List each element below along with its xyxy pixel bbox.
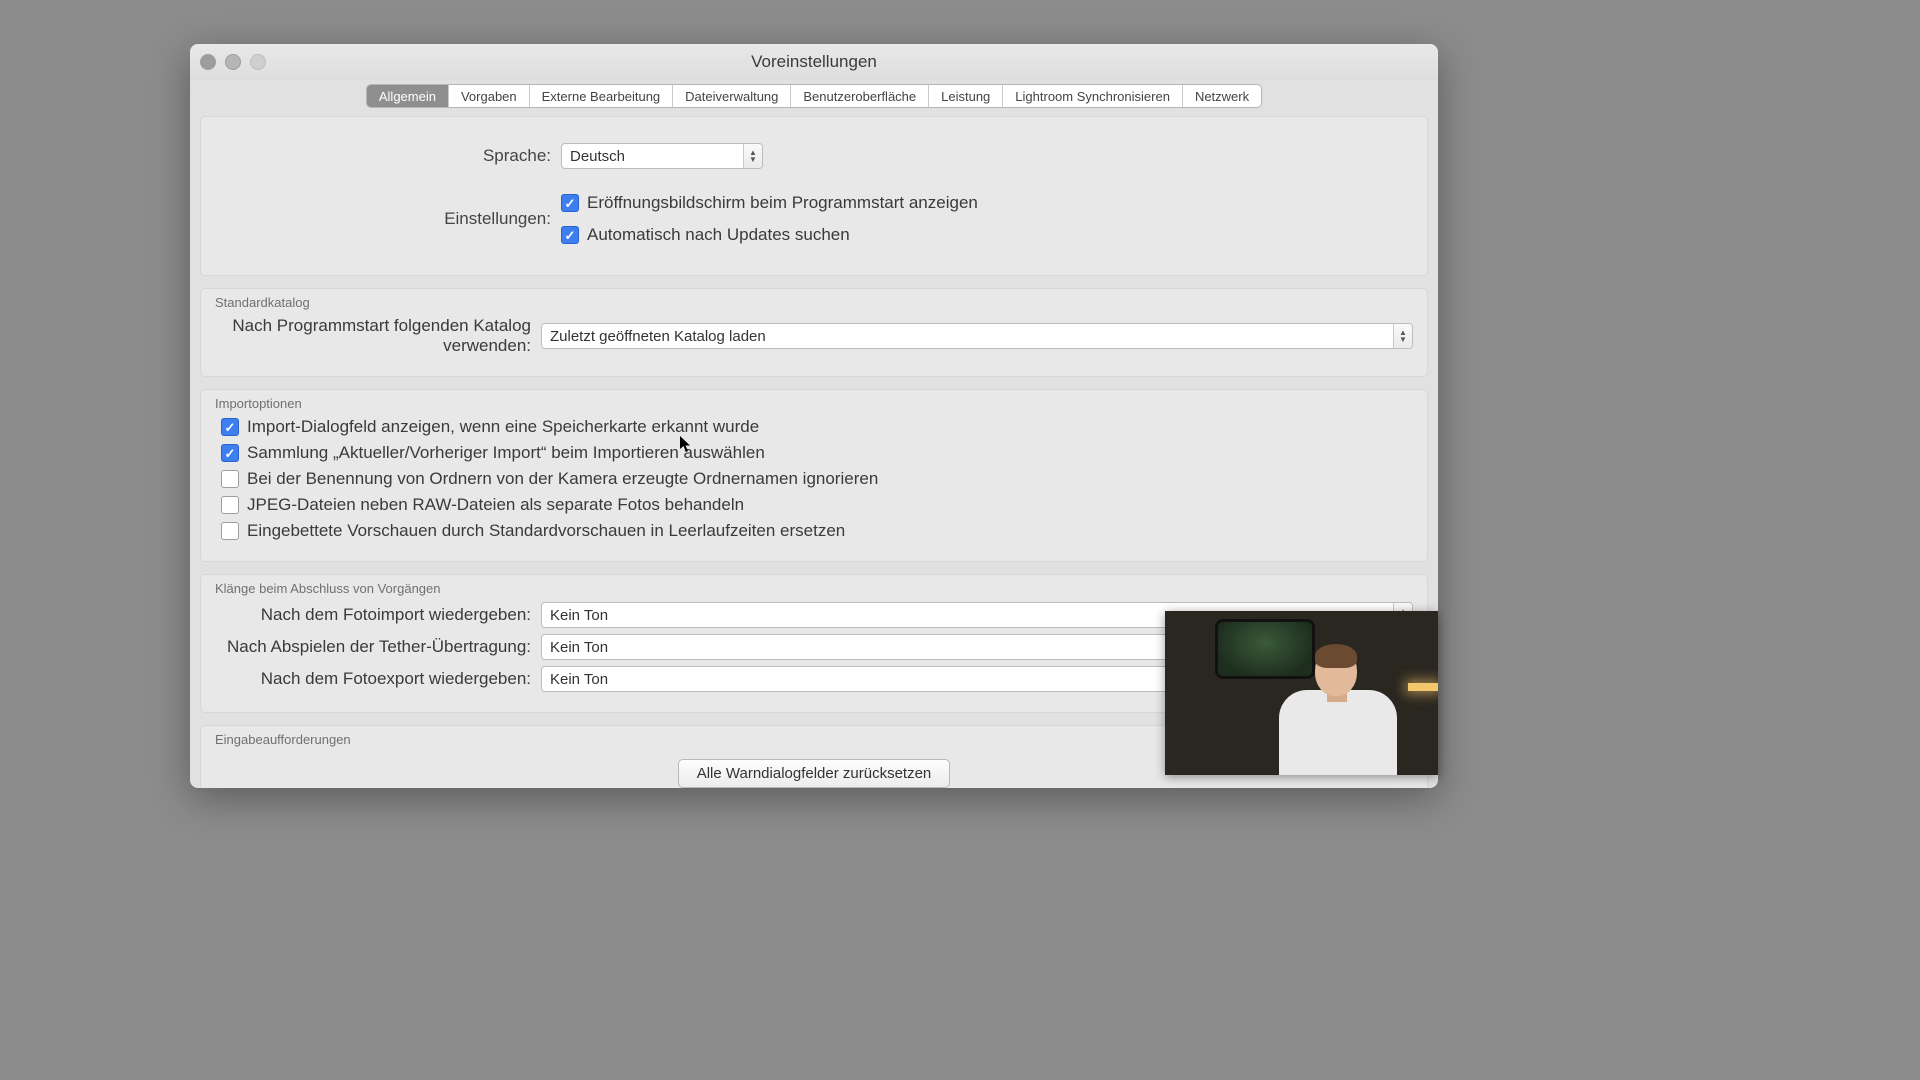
completion-sounds-title: Klänge beim Abschluss von Vorgängen: [215, 581, 1413, 596]
import-option-0: Import-Dialogfeld anzeigen, wenn eine Sp…: [221, 417, 1413, 437]
desktop-background: Voreinstellungen AllgemeinVorgabenExtern…: [0, 0, 1920, 1080]
import-option-1: Sammlung „Aktueller/Vorheriger Import“ b…: [221, 443, 1413, 463]
tab-lightroom-synchronisieren[interactable]: Lightroom Synchronisieren: [1003, 85, 1183, 107]
tab-vorgaben[interactable]: Vorgaben: [449, 85, 530, 107]
default-catalog-label: Nach Programmstart folgenden Katalog ver…: [215, 316, 541, 356]
import-option-3: JPEG-Dateien neben RAW-Dateien als separ…: [221, 495, 1413, 515]
window-title: Voreinstellungen: [751, 52, 877, 72]
checkbox[interactable]: [221, 496, 239, 514]
import-option-4: Eingebettete Vorschauen durch Standardvo…: [221, 521, 1413, 541]
language-label: Sprache:: [221, 146, 561, 166]
sound-row-label: Nach dem Fotoimport wiedergeben:: [215, 605, 541, 625]
checkbox-label: Sammlung „Aktueller/Vorheriger Import“ b…: [247, 443, 765, 463]
checkbox-label: Automatisch nach Updates suchen: [587, 225, 850, 245]
tab-externe-bearbeitung[interactable]: Externe Bearbeitung: [530, 85, 674, 107]
general-top-group: Sprache: Deutsch ▲▼ Einstellungen: Eröff…: [200, 116, 1428, 276]
sound-row-label: Nach Abspielen der Tether-Übertragung:: [215, 637, 541, 657]
settings-label: Einstellungen:: [221, 209, 561, 229]
minimize-icon[interactable]: [225, 54, 241, 70]
language-popup[interactable]: Deutsch ▲▼: [561, 143, 763, 169]
reset-warnings-button[interactable]: Alle Warndialogfelder zurücksetzen: [678, 759, 951, 788]
import-options-group: Importoptionen Import-Dialogfeld anzeige…: [200, 389, 1428, 562]
default-catalog-title: Standardkatalog: [215, 295, 1413, 310]
close-icon[interactable]: [200, 54, 216, 70]
chevron-updown-icon: ▲▼: [1393, 324, 1412, 348]
checkbox[interactable]: [221, 470, 239, 488]
zoom-icon: [250, 54, 266, 70]
import-option-2: Bei der Benennung von Ordnern von der Ka…: [221, 469, 1413, 489]
import-options-title: Importoptionen: [215, 396, 1413, 411]
tab-netzwerk[interactable]: Netzwerk: [1183, 85, 1261, 107]
checkbox-label: Eröffnungsbildschirm beim Programmstart …: [587, 193, 978, 213]
default-catalog-value: Zuletzt geöffneten Katalog laden: [550, 328, 1393, 345]
checkbox-label: JPEG-Dateien neben RAW-Dateien als separ…: [247, 495, 744, 515]
checkbox-label: Eingebettete Vorschauen durch Standardvo…: [247, 521, 845, 541]
tab-dateiverwaltung[interactable]: Dateiverwaltung: [673, 85, 791, 107]
default-catalog-group: Standardkatalog Nach Programmstart folge…: [200, 288, 1428, 377]
window-controls: [200, 54, 266, 70]
checkbox[interactable]: [561, 194, 579, 212]
tab-segmented-control: AllgemeinVorgabenExterne BearbeitungDate…: [366, 84, 1262, 108]
language-value: Deutsch: [570, 148, 743, 165]
webcam-overlay: [1165, 611, 1438, 775]
tab-benutzeroberfl-che[interactable]: Benutzeroberfläche: [791, 85, 929, 107]
checkbox[interactable]: [221, 418, 239, 436]
checkbox[interactable]: [221, 444, 239, 462]
default-catalog-popup[interactable]: Zuletzt geöffneten Katalog laden ▲▼: [541, 323, 1413, 349]
window-titlebar: Voreinstellungen: [190, 44, 1438, 80]
chevron-updown-icon: ▲▼: [743, 144, 762, 168]
checkbox[interactable]: [561, 226, 579, 244]
preferences-tabbar: AllgemeinVorgabenExterne BearbeitungDate…: [190, 80, 1438, 108]
sound-row-label: Nach dem Fotoexport wiedergeben:: [215, 669, 541, 689]
settings-check-1: Automatisch nach Updates suchen: [561, 225, 850, 245]
tab-allgemein[interactable]: Allgemein: [367, 85, 449, 107]
settings-check-0: Eröffnungsbildschirm beim Programmstart …: [561, 193, 978, 213]
checkbox-label: Import-Dialogfeld anzeigen, wenn eine Sp…: [247, 417, 759, 437]
tab-leistung[interactable]: Leistung: [929, 85, 1003, 107]
checkbox-label: Bei der Benennung von Ordnern von der Ka…: [247, 469, 878, 489]
checkbox[interactable]: [221, 522, 239, 540]
